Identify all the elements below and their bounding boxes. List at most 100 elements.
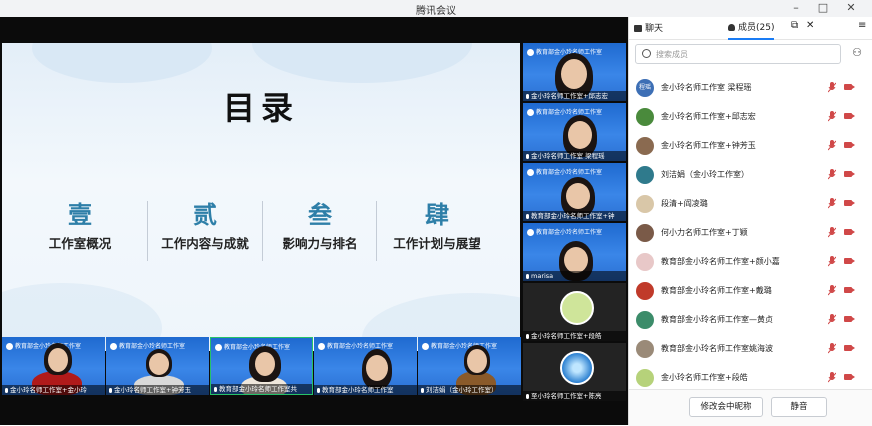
toc-section-3: 叁 影响力与排名 [260,195,380,252]
tile-caption: 刘洁娟（金小玲工作室） [426,386,498,394]
toc-label: 工作内容与成就 [161,236,249,251]
video-tile[interactable]: 教育部金小玲名师工作室 教育部金小玲名师工作室 [314,337,417,395]
mute-all-button[interactable]: 静音 [771,397,827,417]
member-row[interactable]: 教育部金小玲名师工作室+戴璐 [629,277,872,305]
avatar [636,137,654,155]
tile-banner: 教育部金小玲名师工作室 [327,343,394,350]
search-placeholder: 搜索成员 [656,50,688,59]
app-title: 腾讯会议 [416,6,456,17]
camera-icon[interactable] [844,84,855,90]
video-tile[interactable]: 教育部金小玲名师工作室 教育部金小玲名师工作室+钟 [523,163,626,221]
member-search-input[interactable]: 搜索成员 [635,44,841,64]
logo-icon [6,343,13,350]
popout-icon[interactable]: ⧉ [791,20,798,31]
tile-banner: 教育部金小玲名师工作室 [536,229,603,236]
member-name: 段清+阎凌璐 [661,199,708,208]
video-tile[interactable]: 教育部金小玲名师工作室 金小玲名师工作室+钟芳玉 [106,337,209,395]
toc-section-1: 壹 工作室概况 [20,195,140,252]
tab-members-label: 成员(25) [738,23,775,33]
rename-button[interactable]: 修改会中昵称 [689,397,763,417]
avatar [636,166,654,184]
toc-number: 壹 [68,200,92,229]
tab-chat-label: 聊天 [645,24,664,34]
maximize-button[interactable]: □ [812,0,834,17]
member-row[interactable]: 何小力名师工作室+丁颖 [629,219,872,247]
camera-icon[interactable] [844,287,855,293]
member-row[interactable]: 教育部金小玲名师工作室姚海波 [629,335,872,363]
avatar [636,195,654,213]
tab-chat[interactable]: 聊天 [634,21,663,34]
tile-caption: marisa [531,272,554,280]
video-tile[interactable]: 教育部金小玲名师工作室 金小玲名师工作室+金小玲 [2,337,105,395]
camera-icon[interactable] [844,345,855,351]
logo-icon [215,344,222,351]
camera-icon[interactable] [844,316,855,322]
member-name: 教育部金小玲名师工作室+戴璐 [661,286,772,295]
mic-muted-icon[interactable] [828,111,836,122]
mic-muted-icon[interactable] [828,372,836,383]
member-row[interactable]: 段清+阎凌璐 [629,190,872,218]
mic-muted-icon[interactable] [828,314,836,325]
mic-muted-icon[interactable] [828,140,836,151]
avatar: 程瑶 [636,79,654,97]
mic-icon [526,334,529,339]
mic-muted-icon[interactable] [828,198,836,209]
logo-icon [422,343,429,350]
camera-icon[interactable] [844,200,855,206]
logo-icon [527,169,534,176]
camera-icon[interactable] [844,374,855,380]
mic-icon [526,94,529,99]
video-tile[interactable]: 教育部金小玲名师工作室 金小玲名师工作室+邱志宏 [523,43,626,101]
tab-members[interactable]: 成员(25) [728,20,775,40]
invite-member-icon[interactable]: ⚇ [850,46,864,60]
camera-icon[interactable] [844,171,855,177]
minimize-button[interactable]: – [785,0,807,17]
mic-muted-icon[interactable] [828,169,836,180]
mic-icon [109,388,112,393]
member-name: 刘洁娟（金小玲工作室） [661,170,749,179]
menu-icon[interactable]: ≡ [858,20,866,31]
mic-muted-icon[interactable] [828,343,836,354]
avatar [636,369,654,387]
camera-icon[interactable] [844,258,855,264]
video-tile[interactable]: 金小玲名师工作室+段皓 [523,283,626,341]
member-row[interactable]: 金小玲名师工作室+钟芳玉 [629,132,872,160]
logo-icon [318,343,325,350]
camera-icon[interactable] [844,113,855,119]
member-row[interactable]: 教育部金小玲名师工作室+颜小嘉 [629,248,872,276]
camera-icon[interactable] [844,229,855,235]
chat-icon [634,25,642,32]
search-icon [642,49,651,58]
video-tile[interactable]: 教育部金小玲名师工作室 marisa [523,223,626,281]
member-name: 金小玲名师工作室+钟芳玉 [661,141,756,150]
member-row[interactable]: 刘洁娟（金小玲工作室） [629,161,872,189]
video-tile[interactable]: 教育部金小玲名师工作室 刘洁娟（金小玲工作室） [418,337,521,395]
panel-bottom-bar: 修改会中昵称 静音 [629,389,872,426]
close-panel-icon[interactable]: ✕ [806,20,814,31]
member-name: 金小玲名师工作室+段皓 [661,373,748,382]
tile-caption: 至小玲名师工作室+陈亮 [531,392,602,400]
member-name: 金小玲名师工作室 梁程瑶 [661,83,752,92]
video-tile[interactable]: 教育部金小玲名师工作室 金小玲名师工作室 梁程瑶 [523,103,626,161]
member-row[interactable]: 金小玲名师工作室+邱志宏 [629,103,872,131]
close-window-button[interactable]: ✕ [840,0,862,17]
camera-icon[interactable] [844,142,855,148]
member-row[interactable]: 金小玲名师工作室+段皓 [629,364,872,392]
mic-muted-icon[interactable] [828,227,836,238]
member-row[interactable]: 教育部金小玲名师工作室—黄贞 [629,306,872,334]
member-name: 教育部金小玲名师工作室—黄贞 [661,315,773,324]
mic-icon [526,154,529,159]
tile-banner: 教育部金小玲名师工作室 [431,343,498,350]
mic-muted-icon[interactable] [828,256,836,267]
avatar [560,291,594,325]
title-bar: 腾讯会议 – □ ✕ [0,0,872,18]
tile-caption: 金小玲名师工作室+邱志宏 [531,92,608,100]
mic-muted-icon[interactable] [828,82,836,93]
video-tile[interactable]: 至小玲名师工作室+陈亮 [523,343,626,401]
video-tile-active-speaker[interactable]: 教育部金小玲名师工作室 教育部金小玲名师工作室共 [210,337,313,395]
mic-icon [526,394,529,399]
member-row[interactable]: 程瑶 金小玲名师工作室 梁程瑶 [629,74,872,102]
tile-banner: 教育部金小玲名师工作室 [536,169,603,176]
toc-number: 肆 [425,200,449,229]
mic-muted-icon[interactable] [828,285,836,296]
